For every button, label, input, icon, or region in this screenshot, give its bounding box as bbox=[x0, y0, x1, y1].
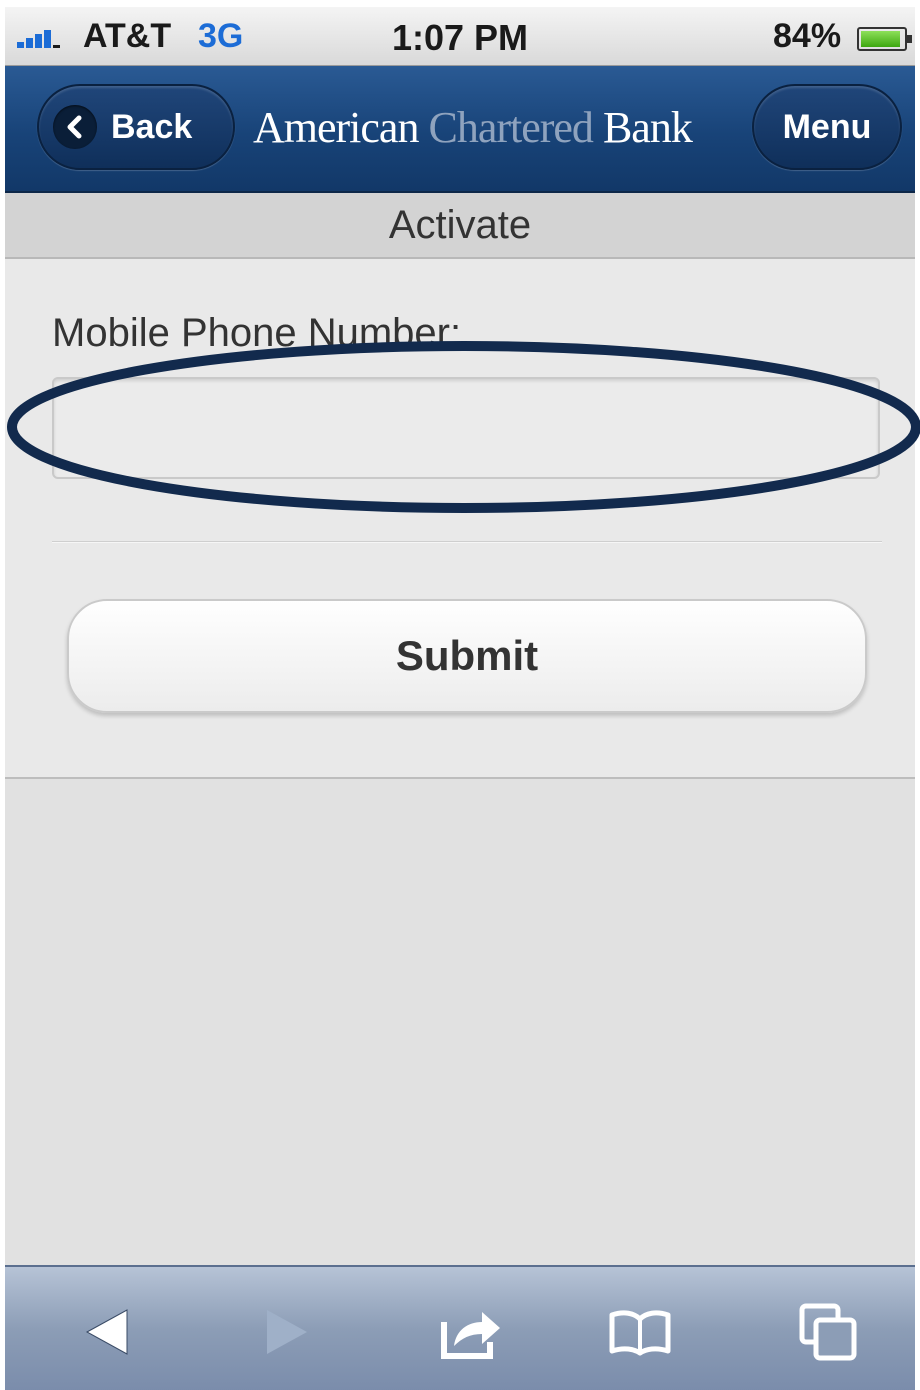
page-title: Activate bbox=[5, 193, 915, 259]
forward-icon[interactable] bbox=[251, 1297, 321, 1367]
battery-icon bbox=[857, 27, 912, 51]
back-icon[interactable] bbox=[73, 1297, 143, 1367]
bookmarks-icon[interactable] bbox=[605, 1297, 675, 1367]
submit-button[interactable]: Submit bbox=[67, 599, 867, 713]
app-header: Back American Chartered Bank Menu bbox=[5, 66, 915, 193]
tabs-icon[interactable] bbox=[793, 1297, 863, 1367]
activate-form: Mobile Phone Number: Submit bbox=[5, 259, 915, 779]
back-button[interactable]: Back bbox=[37, 84, 235, 170]
phone-screen: AT&T 3G 1:07 PM 84% Back American Charte… bbox=[5, 7, 915, 1390]
battery-percentage: 84% bbox=[773, 17, 842, 55]
menu-button[interactable]: Menu bbox=[752, 84, 902, 170]
phone-number-input[interactable] bbox=[52, 377, 880, 479]
status-bar: AT&T 3G 1:07 PM 84% bbox=[5, 7, 915, 66]
submit-label: Submit bbox=[395, 632, 539, 679]
chevron-left-icon bbox=[53, 105, 97, 149]
bank-logo: American Chartered Bank bbox=[253, 103, 693, 152]
phone-number-label: Mobile Phone Number: bbox=[52, 311, 462, 355]
divider bbox=[52, 541, 882, 543]
back-label: Back bbox=[111, 107, 193, 146]
share-icon[interactable] bbox=[437, 1297, 507, 1367]
menu-label: Menu bbox=[782, 107, 872, 146]
browser-toolbar bbox=[5, 1265, 915, 1390]
